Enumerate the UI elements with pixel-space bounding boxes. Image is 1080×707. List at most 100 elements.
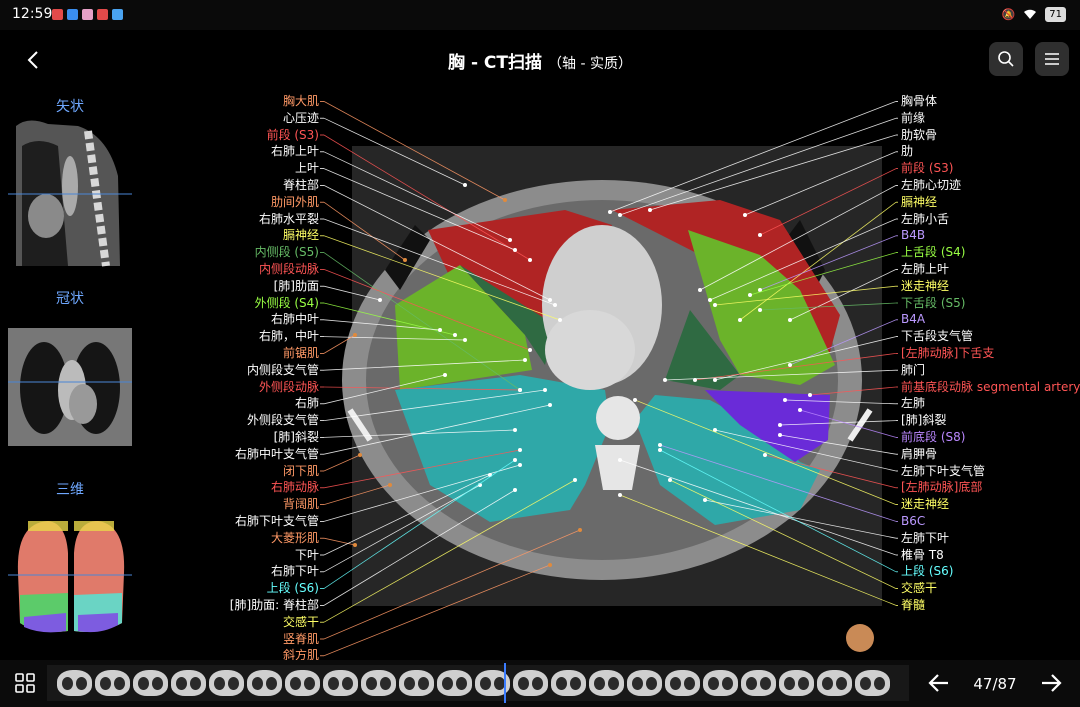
annotation-label[interactable]: 左肺 — [901, 395, 1080, 412]
annotation-label[interactable]: 左肺下叶 — [901, 530, 1080, 547]
slice-thumbnail[interactable] — [437, 670, 472, 696]
annotation-label[interactable]: 前底段 (S8) — [901, 429, 1080, 446]
annotation-label[interactable]: 外侧段动脉 — [150, 379, 319, 396]
annotation-label[interactable]: 大菱形肌 — [150, 530, 319, 547]
notification-icon — [82, 9, 93, 20]
annotation-label[interactable]: 上段 (S6) — [150, 580, 319, 597]
annotation-label[interactable]: 前段 (S3) — [901, 160, 1080, 177]
annotation-label[interactable]: 闭下肌 — [150, 463, 319, 480]
annotation-label[interactable]: 交感干 — [150, 614, 319, 631]
annotation-label[interactable]: 椎骨 T8 — [901, 547, 1080, 564]
slice-thumbnail[interactable] — [95, 670, 130, 696]
annotation-label[interactable]: 右肺下叶 — [150, 563, 319, 580]
annotation-label[interactable]: [左肺动脉]底部 — [901, 479, 1080, 496]
slice-thumbnail[interactable] — [665, 670, 700, 696]
menu-icon — [1045, 53, 1059, 65]
search-button[interactable] — [989, 42, 1023, 76]
annotation-label[interactable]: [肺]斜裂 — [901, 412, 1080, 429]
slice-thumbnail-strip[interactable] — [47, 665, 909, 701]
annotation-label[interactable]: B4A — [901, 311, 1080, 328]
previous-arrow-icon[interactable] — [926, 670, 952, 696]
annotation-label[interactable]: 上段 (S6) — [901, 563, 1080, 580]
annotation-label[interactable]: 肋 — [901, 143, 1080, 160]
slice-thumbnail[interactable] — [209, 670, 244, 696]
annotation-label[interactable]: [左肺动脉]下舌支 — [901, 345, 1080, 362]
annotation-label[interactable]: 肋软骨 — [901, 127, 1080, 144]
annotation-label[interactable]: 前段 (S3) — [150, 127, 319, 144]
annotation-label[interactable]: 内侧段支气管 — [150, 362, 319, 379]
annotation-label[interactable]: 前锯肌 — [150, 345, 319, 362]
annotation-label[interactable]: 上舌段 (S4) — [901, 244, 1080, 261]
slice-thumbnail[interactable] — [513, 670, 548, 696]
annotation-label[interactable]: [肺]肋面: 脊柱部 — [150, 597, 319, 614]
coronal-view-thumbnail[interactable] — [8, 328, 132, 446]
annotation-label[interactable]: 左肺下叶支气管 — [901, 463, 1080, 480]
annotation-label[interactable]: [肺]斜裂 — [150, 429, 319, 446]
annotation-label[interactable]: 内侧段 (S5) — [150, 244, 319, 261]
annotation-label[interactable]: 前基底段动脉 segmental artery — [901, 379, 1080, 396]
annotation-label[interactable]: 内侧段动脉 — [150, 261, 319, 278]
slice-thumbnail[interactable] — [855, 670, 890, 696]
annotation-label[interactable]: 迷走神经 — [901, 278, 1080, 295]
annotation-label[interactable]: 膈神经 — [901, 194, 1080, 211]
annotation-label[interactable]: 脊柱部 — [150, 177, 319, 194]
annotation-label[interactable]: 上叶 — [150, 160, 319, 177]
slice-thumbnail[interactable] — [817, 670, 852, 696]
annotation-label[interactable]: 前缘 — [901, 110, 1080, 127]
annotation-label[interactable]: 交感干 — [901, 580, 1080, 597]
annotation-label[interactable]: B6C — [901, 513, 1080, 530]
annotation-label[interactable]: [肺]肋面 — [150, 278, 319, 295]
annotation-label[interactable]: 脊髓 — [901, 597, 1080, 614]
slice-thumbnail[interactable] — [779, 670, 814, 696]
ct-scan-viewer[interactable] — [320, 90, 900, 660]
annotation-label[interactable]: 背阔肌 — [150, 496, 319, 513]
annotation-label[interactable]: 下叶 — [150, 547, 319, 564]
slice-thumbnail[interactable] — [323, 670, 358, 696]
three-d-view-thumbnail[interactable] — [8, 513, 132, 637]
annotation-label[interactable]: 心压迹 — [150, 110, 319, 127]
sagittal-view-thumbnail[interactable] — [8, 116, 132, 271]
slice-thumbnail[interactable] — [57, 670, 92, 696]
slice-thumbnail[interactable] — [171, 670, 206, 696]
annotation-label[interactable]: 胸大肌 — [150, 93, 319, 110]
annotation-label[interactable]: 右肺水平裂 — [150, 211, 319, 228]
annotation-label[interactable]: 右肺 — [150, 395, 319, 412]
annotation-label[interactable]: 迷走神经 — [901, 496, 1080, 513]
slice-thumbnail[interactable] — [399, 670, 434, 696]
annotation-label[interactable]: 外侧段支气管 — [150, 412, 319, 429]
slice-thumbnail[interactable] — [285, 670, 320, 696]
annotation-label[interactable]: B4B — [901, 227, 1080, 244]
annotation-label[interactable]: 右肺下叶支气管 — [150, 513, 319, 530]
grid-view-icon[interactable] — [14, 672, 36, 694]
annotation-label[interactable]: 肺门 — [901, 362, 1080, 379]
slice-thumbnail[interactable] — [589, 670, 624, 696]
annotation-label[interactable]: 下舌段支气管 — [901, 328, 1080, 345]
annotation-label[interactable]: 外侧段 (S4) — [150, 295, 319, 312]
annotation-label[interactable]: 胸骨体 — [901, 93, 1080, 110]
slice-thumbnail[interactable] — [741, 670, 776, 696]
annotation-label[interactable]: 肋间外肌 — [150, 194, 319, 211]
slice-thumbnail[interactable] — [133, 670, 168, 696]
slice-thumbnail[interactable] — [551, 670, 586, 696]
slice-thumbnail[interactable] — [627, 670, 662, 696]
slice-thumbnail[interactable] — [247, 670, 282, 696]
slice-thumbnail[interactable] — [361, 670, 396, 696]
slice-thumbnail[interactable] — [703, 670, 738, 696]
annotation-label[interactable]: 右肺，中叶 — [150, 328, 319, 345]
slice-position-indicator[interactable] — [504, 663, 506, 703]
annotation-label[interactable]: 右肺动脉 — [150, 479, 319, 496]
next-arrow-icon[interactable] — [1038, 670, 1064, 696]
annotation-label[interactable]: 膈神经 — [150, 227, 319, 244]
menu-button[interactable] — [1035, 42, 1069, 76]
anchor-dot — [438, 328, 442, 332]
annotation-label[interactable]: 肩胛骨 — [901, 446, 1080, 463]
annotation-label[interactable]: 右肺中叶 — [150, 311, 319, 328]
anchor-dot — [618, 493, 622, 497]
annotation-label[interactable]: 右肺上叶 — [150, 143, 319, 160]
annotation-label[interactable]: 左肺小舌 — [901, 211, 1080, 228]
annotation-label[interactable]: 左肺上叶 — [901, 261, 1080, 278]
annotation-label[interactable]: 右肺中叶支气管 — [150, 446, 319, 463]
annotation-label[interactable]: 左肺心切迹 — [901, 177, 1080, 194]
annotation-label[interactable]: 竖脊肌 — [150, 631, 319, 648]
annotation-label[interactable]: 下舌段 (S5) — [901, 295, 1080, 312]
